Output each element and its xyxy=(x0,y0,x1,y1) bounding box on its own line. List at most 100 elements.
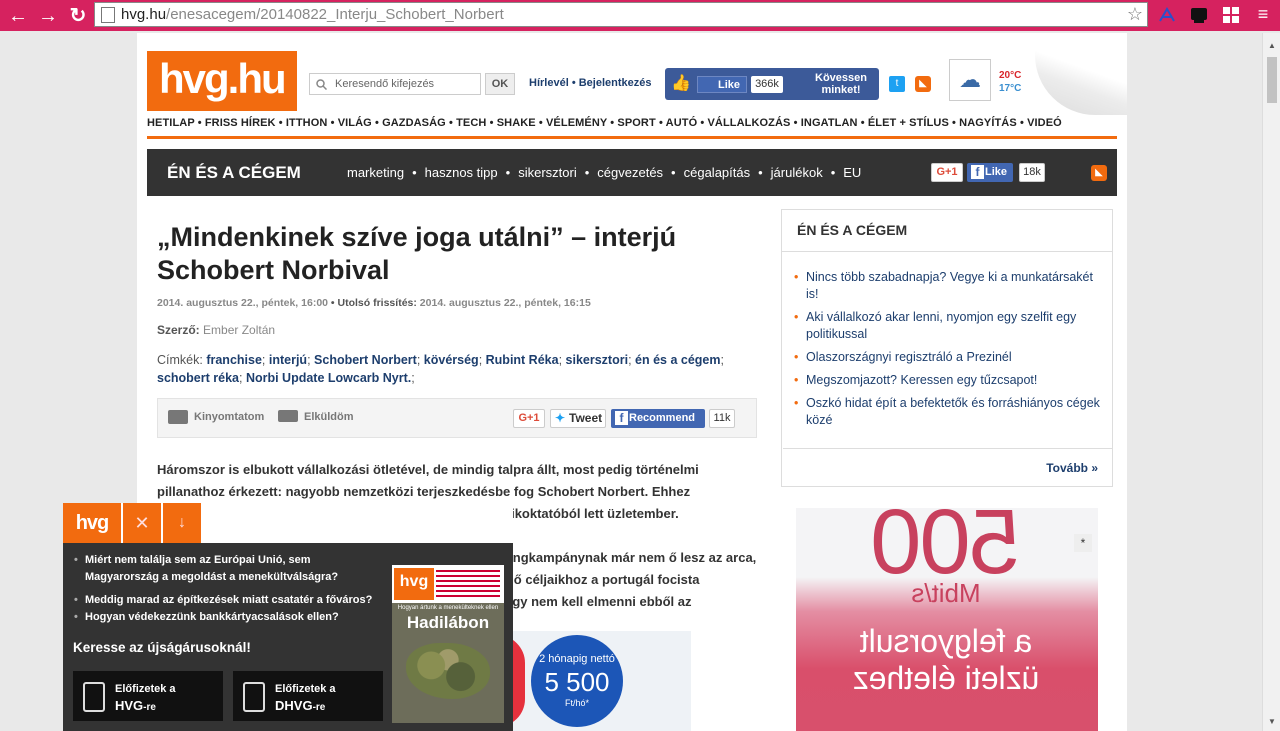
nav-item[interactable]: GAZDASÁG xyxy=(382,117,446,129)
tag-link[interactable]: schobert réka xyxy=(157,371,239,385)
section-link[interactable]: cégvezetés xyxy=(597,165,663,180)
subscribe-dhvg-button[interactable]: Előfizetek a DHVG-re xyxy=(233,671,383,721)
scroll-down-icon[interactable]: ▼ xyxy=(1268,717,1276,726)
separator: • xyxy=(857,117,868,129)
section-link[interactable]: EU xyxy=(843,165,861,180)
section-gplus-button[interactable]: G+1 xyxy=(931,163,963,182)
nav-item[interactable]: VILÁG xyxy=(338,117,372,129)
follow-us-label: Kövessen minket! xyxy=(815,72,867,96)
tag-link[interactable]: Norbi Update Lowcarb Nyrt. xyxy=(246,371,411,385)
rss-icon[interactable]: ◣ xyxy=(915,76,931,92)
scroll-up-icon[interactable]: ▲ xyxy=(1268,41,1276,50)
back-icon[interactable]: ← xyxy=(6,4,30,28)
section-link[interactable]: sikersztori xyxy=(518,165,577,180)
fb-like-button[interactable]: Like xyxy=(697,76,747,93)
nav-item[interactable]: INGATLAN xyxy=(801,117,858,129)
section-title[interactable]: ÉN ÉS A CÉGEM xyxy=(167,163,347,183)
nav-item[interactable]: SPORT xyxy=(617,117,655,129)
subscribe-dhvg-line2: DHVG-re xyxy=(275,698,325,713)
nav-item[interactable]: VIDEÓ xyxy=(1027,117,1062,129)
separator: • xyxy=(830,165,836,180)
popup-call: Keresse az újságárusoknál! xyxy=(73,640,251,655)
section-bar: ÉN ÉS A CÉGEM marketing • hasznos tipp • sik… xyxy=(147,149,1117,196)
popup-item[interactable]: Miért nem találja sem az Európai Unió, s… xyxy=(74,552,385,586)
nav-item[interactable]: HETILAP xyxy=(147,117,195,129)
nav-item[interactable]: AUTÓ xyxy=(666,117,698,129)
side-advertisement[interactable]: 500 Mbit/s a felgyorsult üzleti élethez … xyxy=(796,508,1098,731)
sidebar-item[interactable]: Olaszországnyi regisztráló a Prezinél xyxy=(794,349,1102,366)
nav-item[interactable]: ÉLET + STÍLUS xyxy=(868,117,949,129)
tag-link[interactable]: sikersztori xyxy=(566,353,629,367)
sidebar-item[interactable]: Oszkó hidat épít a befektetők és forrásh… xyxy=(794,395,1102,429)
minimize-icon[interactable]: ↓ xyxy=(163,503,201,543)
temp-high: 20°C xyxy=(999,70,1022,81)
magazine-cover[interactable]: hvg Hogyan ártunk a menekülteknek ellen … xyxy=(392,565,504,723)
author-name[interactable]: Ember Zoltán xyxy=(203,323,275,337)
nav-item[interactable]: NAGYÍTÁS xyxy=(959,117,1017,129)
tag-link[interactable]: Rubint Réka xyxy=(486,353,559,367)
ad-line-1: a felgyorsult xyxy=(859,623,1033,659)
recommend-count: 11k xyxy=(709,409,735,428)
tag-link[interactable]: én és a cégem xyxy=(635,353,720,367)
send-button[interactable]: Elküldöm xyxy=(304,411,354,423)
scrollbar[interactable]: ▲ ▼ xyxy=(1262,33,1280,731)
sidebar-item[interactable]: Megszomjazott? Keressen egy tűzcsapot! xyxy=(794,372,1102,389)
nav-item[interactable]: FRISS HÍREK xyxy=(205,117,276,129)
tweet-button[interactable]: ✦ Tweet xyxy=(550,409,606,428)
sidebar-item[interactable]: Nincs több szabadnapja? Vegye ki a munka… xyxy=(794,269,1102,303)
main-nav: HETILAP • FRISS HÍREK • ITTHON • VILÁG •… xyxy=(147,117,1117,129)
separator: ; xyxy=(478,353,486,367)
nav-item[interactable]: ITTHON xyxy=(286,117,328,129)
subscribe-hvg-button[interactable]: Előfizetek a HVG-re xyxy=(73,671,223,721)
tag-link[interactable]: interjú xyxy=(269,353,307,367)
ad-price-unit: Ft/hó* xyxy=(564,698,589,708)
tag-link[interactable]: kövérség xyxy=(424,353,479,367)
section-link[interactable]: cégalapítás xyxy=(684,165,751,180)
popup-logo[interactable]: hvg xyxy=(63,503,121,543)
section-link[interactable]: hasznos tipp xyxy=(425,165,498,180)
popup-item[interactable]: Hogyan védekezzünk bankkártyacsalások el… xyxy=(74,609,385,626)
extension-icon-3[interactable] xyxy=(1221,5,1241,25)
tag-link[interactable]: franchise xyxy=(206,353,262,367)
nav-item[interactable]: SHAKE xyxy=(497,117,536,129)
extension-icon-2[interactable] xyxy=(1189,5,1209,25)
popup-item[interactable]: Meddig marad az építkezések miatt csatat… xyxy=(74,592,385,609)
scroll-thumb[interactable] xyxy=(1267,57,1277,103)
sidebar-item[interactable]: Aki vállalkozó akar lenni, nyomjon egy s… xyxy=(794,309,1102,343)
nav-item[interactable]: VÁLLALKOZÁS xyxy=(708,117,791,129)
recommend-button[interactable]: Recommend xyxy=(611,409,705,428)
address-bar[interactable]: hvg.hu/enesacegem/20140822_Interju_Schob… xyxy=(94,2,1148,27)
tag-link[interactable]: Schobert Norbert xyxy=(314,353,417,367)
section-link[interactable]: marketing xyxy=(347,165,404,180)
updated-label: Utolsó frissítés: xyxy=(337,297,417,309)
login-link[interactable]: Bejelentkezés xyxy=(579,77,652,89)
subscribe-hvg-line2: HVG-re xyxy=(115,698,156,713)
extension-icon-1[interactable] xyxy=(1157,5,1177,25)
separator: ; xyxy=(238,371,246,385)
inline-advertisement[interactable]: 2 hónapig nettó 5 500 Ft/hó* xyxy=(497,631,691,731)
search-ok-button[interactable]: OK xyxy=(485,73,515,95)
print-icon xyxy=(168,410,188,424)
forward-icon[interactable]: → xyxy=(36,4,60,28)
search-input[interactable]: Keresendő kifejezés xyxy=(309,73,481,95)
sidebar-more-link[interactable]: Tovább » xyxy=(783,448,1113,486)
search-placeholder: Keresendő kifejezés xyxy=(335,78,435,90)
section-rss-icon[interactable]: ◣ xyxy=(1091,165,1107,181)
close-icon[interactable]: ✕ xyxy=(123,503,161,543)
print-button[interactable]: Kinyomtatom xyxy=(194,411,264,423)
twitter-icon[interactable]: t xyxy=(889,76,905,92)
reload-icon[interactable]: ↻ xyxy=(66,4,90,28)
site-logo[interactable]: hvg.hu xyxy=(147,51,297,111)
bookmark-star-icon[interactable]: ☆ xyxy=(1127,4,1143,25)
section-fb-like-button[interactable]: Like xyxy=(967,163,1013,182)
nav-item[interactable]: TECH xyxy=(456,117,486,129)
menu-icon[interactable]: ≡ xyxy=(1253,5,1273,25)
separator: • xyxy=(948,117,960,129)
ad-info-button[interactable]: * xyxy=(1074,534,1092,552)
gplus-button[interactable]: G+1 xyxy=(513,409,545,428)
nav-item[interactable]: VÉLEMÉNY xyxy=(546,117,607,129)
weather-icon[interactable]: ☁ xyxy=(949,59,991,101)
section-link[interactable]: járulékok xyxy=(771,165,823,180)
newsletter-link[interactable]: Hírlevél xyxy=(529,77,569,89)
separator: • xyxy=(607,117,618,129)
